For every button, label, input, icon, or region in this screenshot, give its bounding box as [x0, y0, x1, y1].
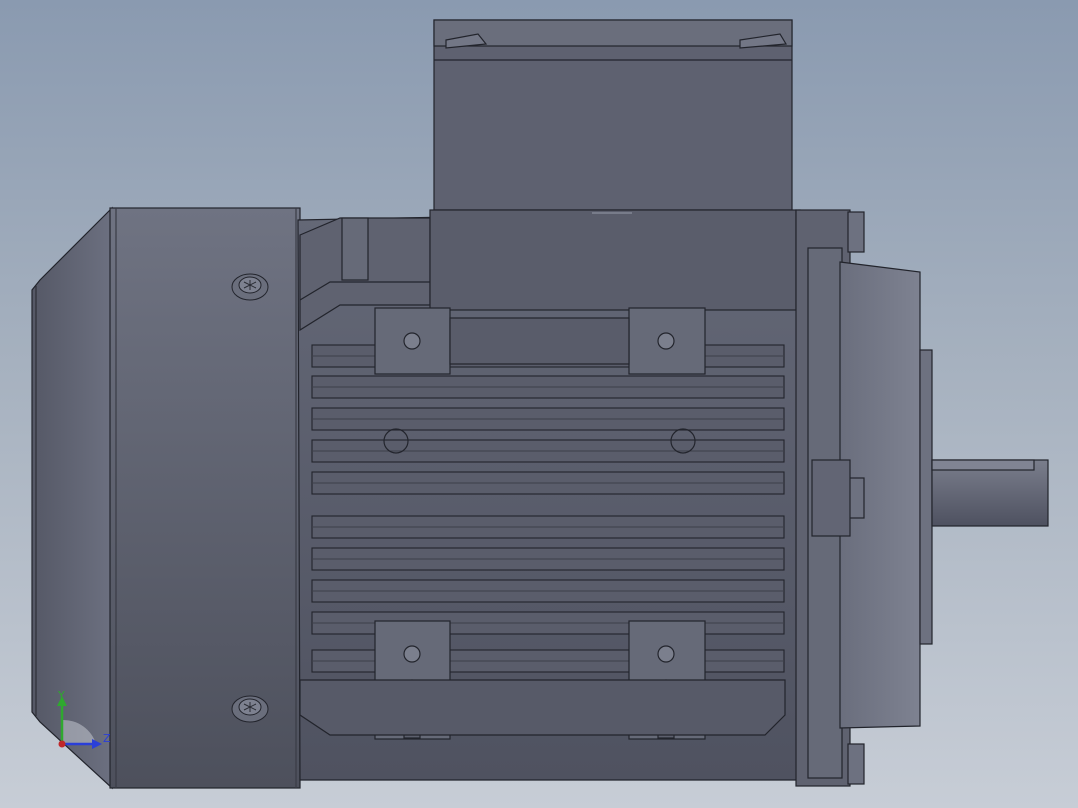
cad-viewport[interactable]: Y Z [0, 0, 1078, 808]
screw-bottom [231, 695, 269, 723]
front-flange [795, 209, 933, 787]
terminal-box [429, 19, 797, 311]
motor-shaft [931, 459, 1049, 527]
screw-top [231, 273, 269, 301]
motor-model[interactable]: Y Z [0, 0, 1078, 808]
triad-y-label: Y [57, 689, 65, 702]
triad-x-axis-dot [58, 740, 66, 748]
triad-z-label: Z [103, 732, 111, 745]
